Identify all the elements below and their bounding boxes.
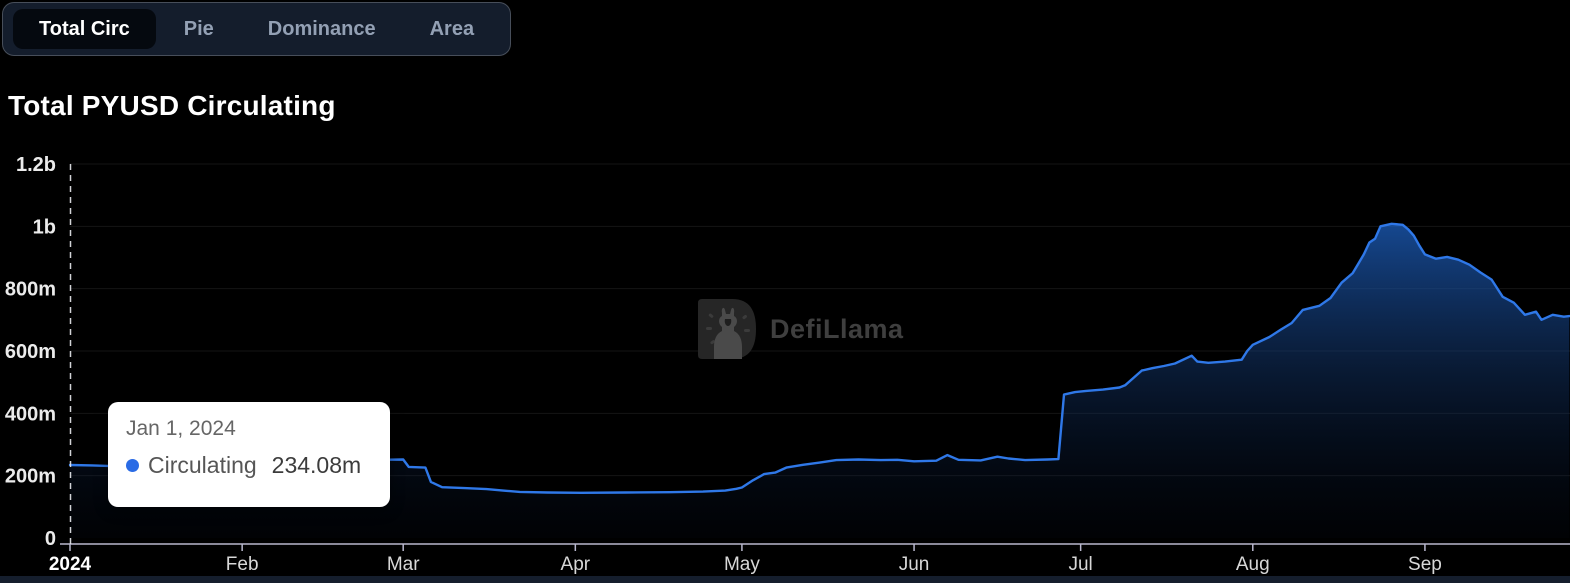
x-axis-label: Mar	[387, 554, 420, 575]
chart-tooltip: Jan 1, 2024 Circulating 234.08m	[108, 402, 390, 507]
x-axis-label: Jun	[899, 554, 930, 575]
y-axis-label: 200m	[5, 466, 56, 488]
x-axis-label: 2024	[49, 554, 92, 575]
x-axis-label: May	[724, 554, 760, 575]
x-axis-label: Feb	[226, 554, 259, 575]
tooltip-series-label: Circulating	[148, 452, 257, 478]
x-axis-label: Aug	[1236, 554, 1270, 575]
y-axis-label: 1.2b	[16, 154, 56, 176]
y-axis-label: 0	[45, 528, 56, 550]
tooltip-series-value: 234.08m	[271, 452, 362, 478]
y-axis-label: 400m	[5, 403, 56, 425]
bottom-strip	[0, 576, 1570, 583]
chart-panel: Total Circ Pie Dominance Area Total PYUS…	[0, 0, 1570, 583]
tooltip-date: Jan 1, 2024	[126, 417, 236, 440]
x-axis-label: Jul	[1068, 554, 1092, 575]
y-axis-label: 1b	[33, 216, 56, 238]
y-axis: 0 200m 400m 600m 800m 1b 1.2b	[5, 154, 56, 550]
x-axis: 2024 Feb Mar Apr May Jun Jul Aug Sep	[49, 543, 1570, 575]
tooltip-series-row: Circulating 234.08m	[126, 452, 390, 479]
x-axis-label: Sep	[1408, 554, 1442, 575]
series-marker-dot	[126, 459, 139, 472]
y-axis-label: 800m	[5, 279, 56, 301]
y-axis-label: 600m	[5, 341, 56, 363]
x-axis-label: Apr	[561, 554, 591, 575]
